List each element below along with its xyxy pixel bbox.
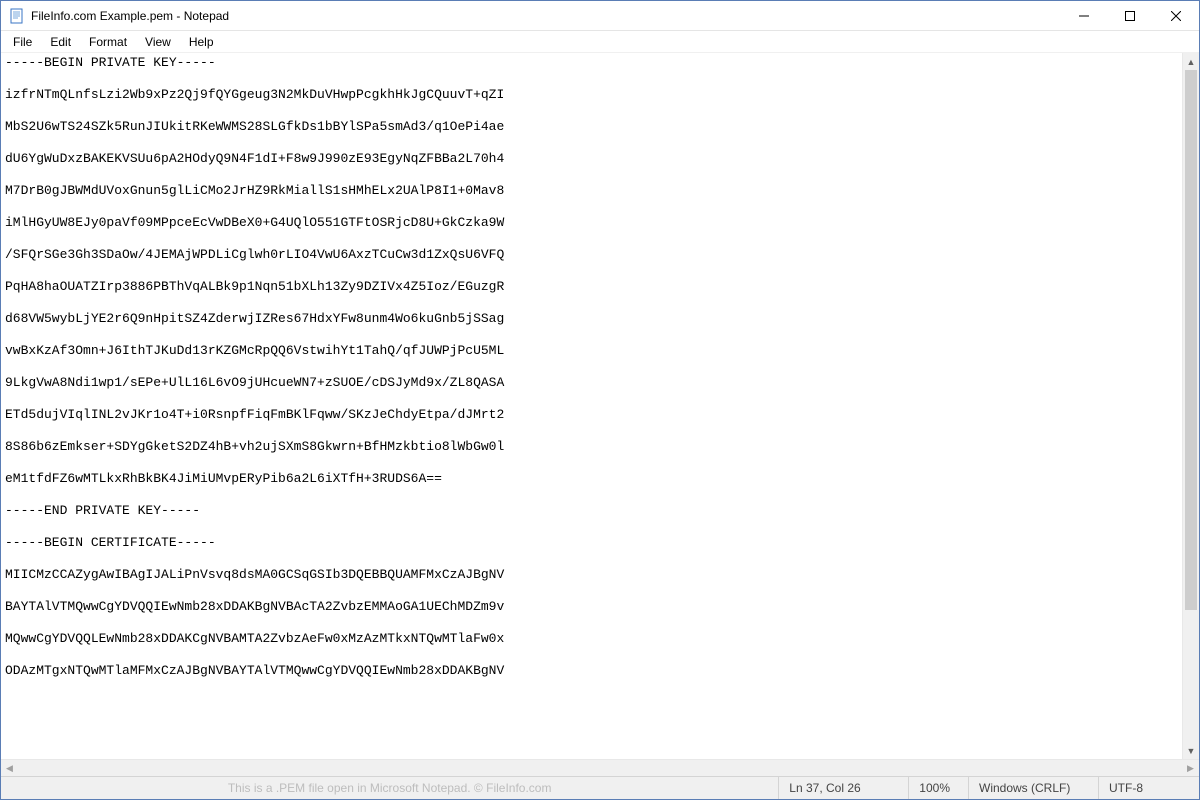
menu-view[interactable]: View: [137, 33, 179, 51]
scroll-up-arrow-icon[interactable]: ▲: [1183, 53, 1199, 70]
status-encoding: UTF-8: [1099, 777, 1199, 799]
menu-help[interactable]: Help: [181, 33, 222, 51]
scroll-left-arrow-icon[interactable]: ◀: [1, 760, 18, 777]
minimize-button[interactable]: [1061, 1, 1107, 31]
statusbar: This is a .PEM file open in Microsoft No…: [1, 776, 1199, 799]
scroll-down-arrow-icon[interactable]: ▼: [1183, 742, 1199, 759]
menu-edit[interactable]: Edit: [42, 33, 79, 51]
menubar: File Edit Format View Help: [1, 31, 1199, 53]
vertical-scroll-thumb[interactable]: [1185, 70, 1197, 610]
status-watermark: This is a .PEM file open in Microsoft No…: [1, 777, 779, 799]
notepad-window: FileInfo.com Example.pem - Notepad File …: [0, 0, 1200, 800]
editor-area: -----BEGIN PRIVATE KEY----- izfrNTmQLnfs…: [1, 53, 1199, 759]
text-editor[interactable]: -----BEGIN PRIVATE KEY----- izfrNTmQLnfs…: [1, 53, 1182, 759]
close-button[interactable]: [1153, 1, 1199, 31]
maximize-button[interactable]: [1107, 1, 1153, 31]
menu-format[interactable]: Format: [81, 33, 135, 51]
menu-file[interactable]: File: [5, 33, 40, 51]
scroll-right-arrow-icon[interactable]: ▶: [1182, 760, 1199, 777]
titlebar: FileInfo.com Example.pem - Notepad: [1, 1, 1199, 31]
vertical-scrollbar[interactable]: ▲ ▼: [1182, 53, 1199, 759]
notepad-app-icon: [9, 8, 25, 24]
status-cursor-position: Ln 37, Col 26: [779, 777, 909, 799]
window-title: FileInfo.com Example.pem - Notepad: [31, 9, 229, 23]
status-zoom[interactable]: 100%: [909, 777, 969, 799]
horizontal-scrollbar[interactable]: ◀ ▶: [1, 759, 1199, 776]
status-line-ending: Windows (CRLF): [969, 777, 1099, 799]
